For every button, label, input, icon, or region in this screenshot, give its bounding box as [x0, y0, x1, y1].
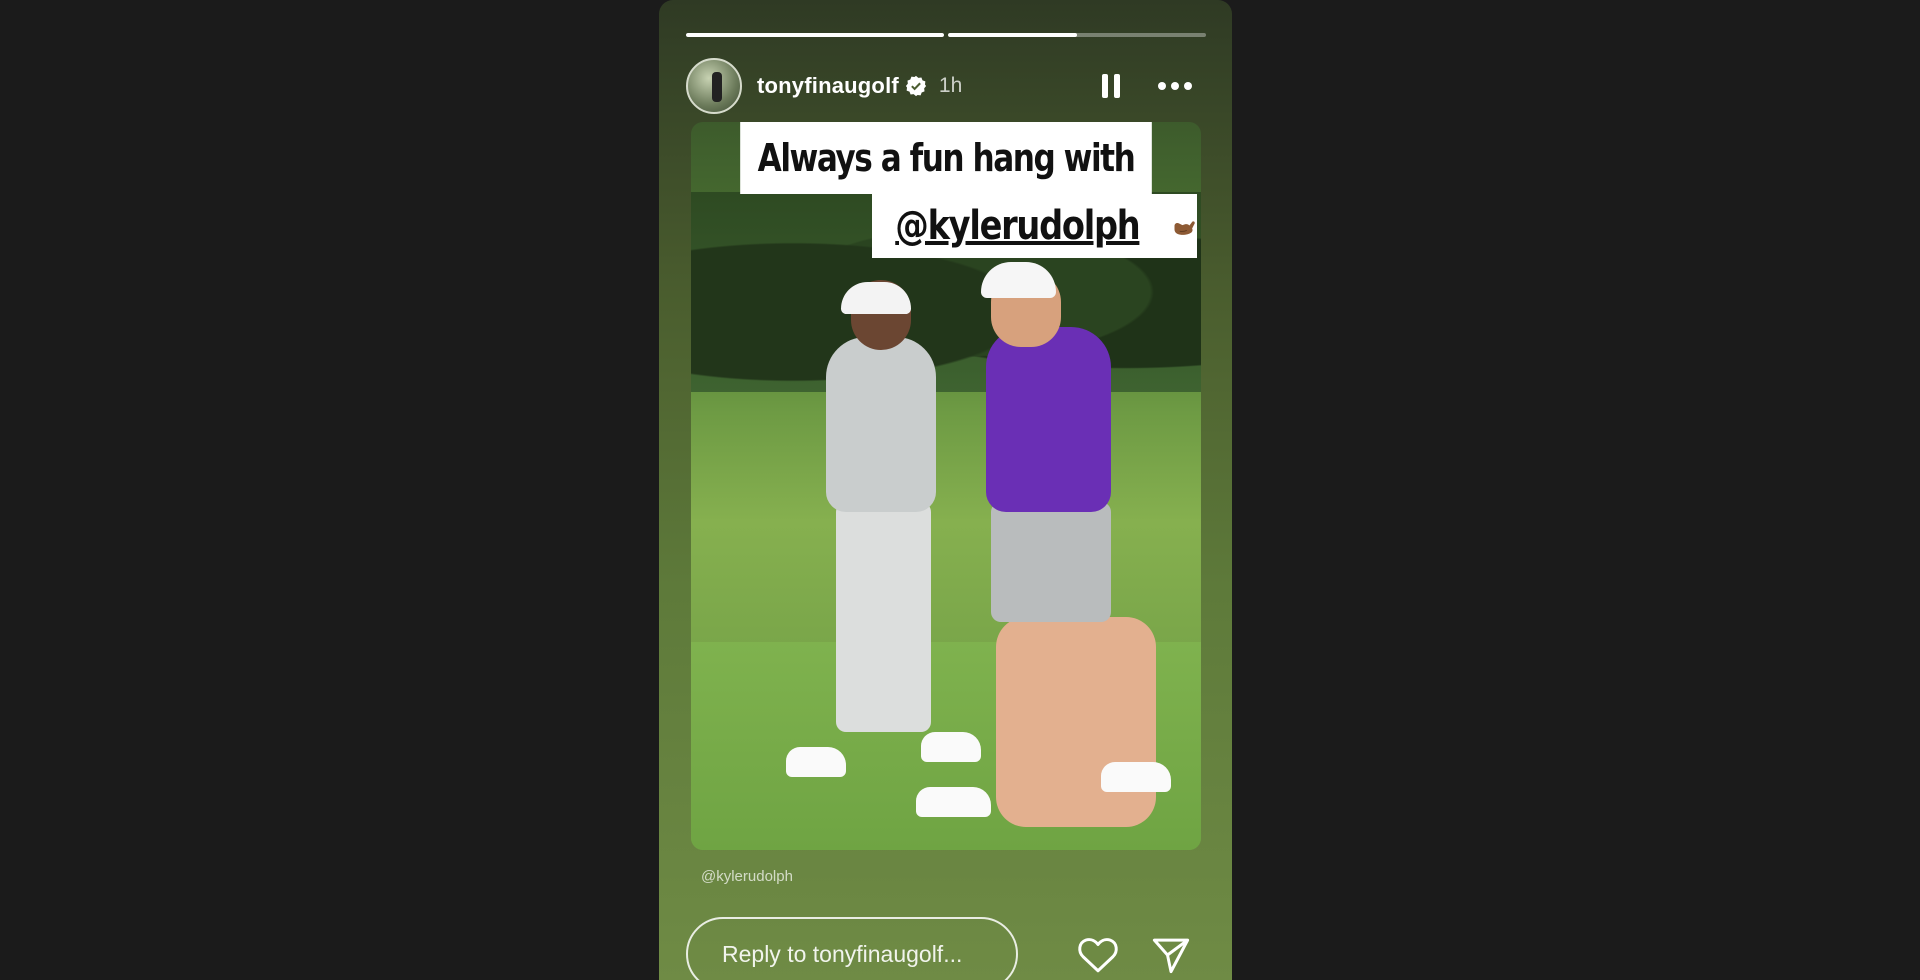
- photo-shoe: [916, 787, 991, 817]
- caption-line-1: Always a fun hang with my guy: [740, 122, 1152, 252]
- call-me-hand-icon: [1174, 221, 1195, 235]
- story-photo: Always a fun hang with my guy @kylerudol…: [691, 122, 1201, 850]
- photo-person-1-cap: [841, 282, 911, 314]
- reply-input[interactable]: Reply to tonyfinaugolf...: [686, 917, 1018, 980]
- verified-badge-icon: [905, 75, 926, 97]
- photo-person-2-shorts: [991, 502, 1111, 622]
- pause-icon[interactable]: [1096, 71, 1126, 101]
- photo-credit[interactable]: @kylerudolph: [701, 868, 793, 885]
- progress-segment: [948, 33, 1206, 37]
- heart-icon[interactable]: [1077, 935, 1119, 975]
- progress-segment: [686, 33, 944, 37]
- username[interactable]: tonyfinaugolf: [757, 73, 899, 99]
- caption-line-2: @kylerudolph: [872, 194, 1197, 258]
- photo-person-2-legs: [996, 617, 1156, 827]
- post-time: 1h: [938, 74, 963, 97]
- photo-shoe: [1101, 762, 1171, 792]
- story-viewer[interactable]: tonyfinaugolf 1h Always a fun hang with …: [659, 0, 1232, 980]
- more-options-icon[interactable]: [1158, 82, 1192, 90]
- photo-person-2-shirt: [986, 327, 1111, 512]
- mention-link[interactable]: @kylerudolph: [895, 194, 1140, 258]
- story-header: tonyfinaugolf 1h: [686, 58, 1206, 114]
- photo-shoe: [921, 732, 981, 762]
- photo-person-1-shirt: [826, 337, 936, 512]
- avatar[interactable]: [686, 58, 742, 114]
- send-icon[interactable]: [1150, 934, 1192, 976]
- photo-person-1-legs: [836, 502, 931, 732]
- photo-shoe: [786, 747, 846, 777]
- story-progress: [686, 33, 1206, 37]
